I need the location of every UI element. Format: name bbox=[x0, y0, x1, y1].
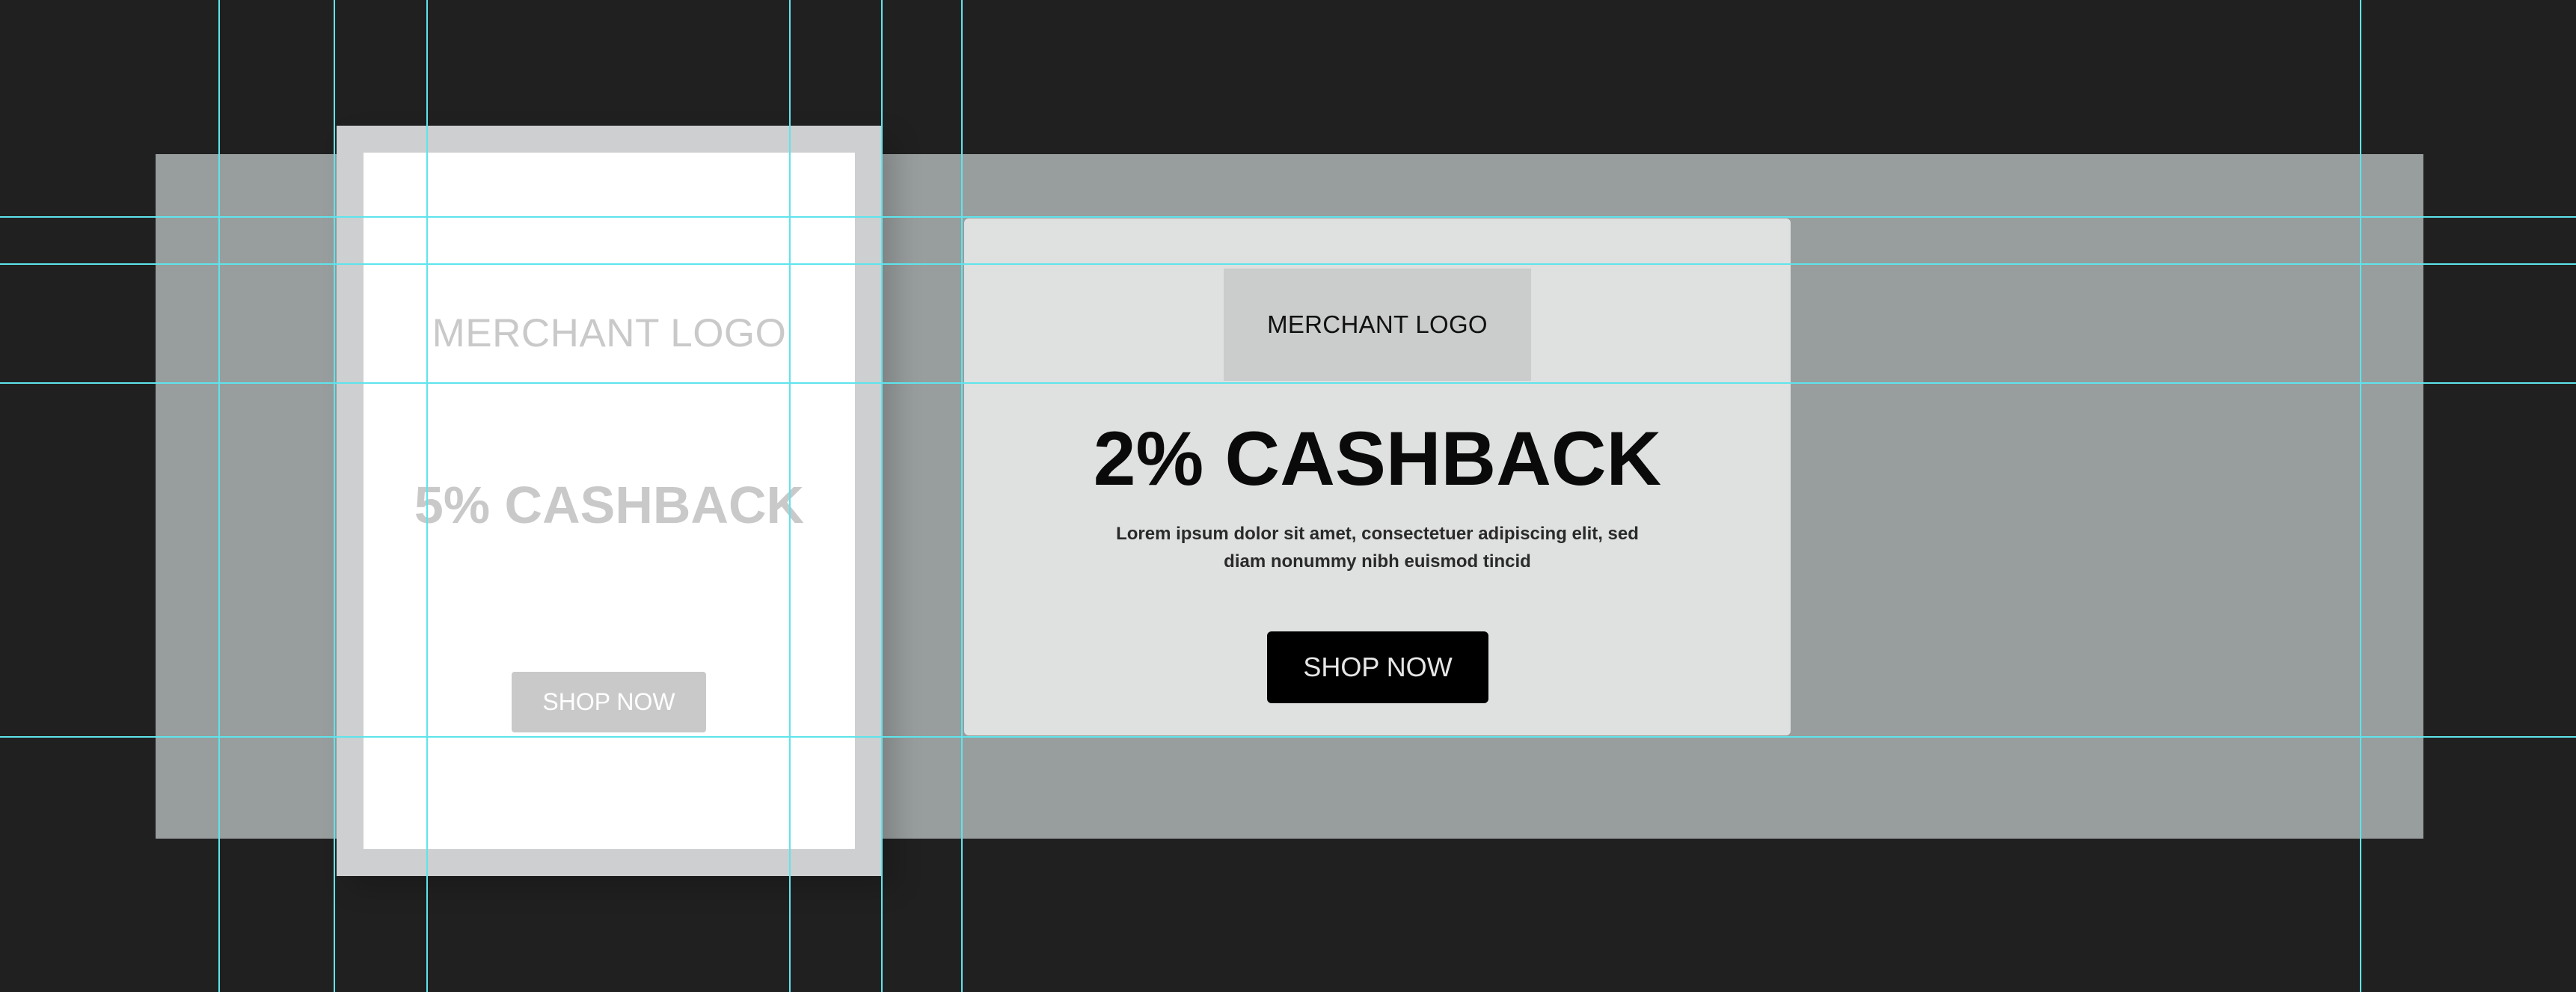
guide-vertical[interactable] bbox=[218, 0, 220, 992]
desktop-description: Lorem ipsum dolor sit amet, consectetuer… bbox=[1116, 524, 1639, 572]
desktop-cashback-headline: 2% CASHBACK bbox=[1093, 416, 1662, 501]
mobile-cashback-headline: 5% CASHBACK bbox=[414, 476, 805, 534]
guide-vertical[interactable] bbox=[2360, 0, 2361, 992]
mobile-merchant-logo: MERCHANT LOGO bbox=[432, 311, 787, 355]
guide-vertical[interactable] bbox=[961, 0, 963, 992]
guide-vertical[interactable] bbox=[789, 0, 791, 992]
desktop-merchant-logo-box: MERCHANT LOGO bbox=[1224, 269, 1531, 381]
mobile-banner-card: MERCHANT LOGO 5% CASHBACK SHOP NOW bbox=[364, 153, 855, 849]
desktop-merchant-logo: MERCHANT LOGO bbox=[1267, 310, 1488, 338]
guide-horizontal[interactable] bbox=[0, 736, 2576, 738]
guide-horizontal[interactable] bbox=[0, 216, 2576, 218]
guide-vertical[interactable] bbox=[334, 0, 335, 992]
guide-vertical[interactable] bbox=[426, 0, 428, 992]
mobile-banner-frame: MERCHANT LOGO 5% CASHBACK SHOP NOW bbox=[337, 126, 882, 876]
desktop-shop-now-button[interactable]: SHOP NOW bbox=[1267, 631, 1488, 703]
mobile-shop-now-button[interactable]: SHOP NOW bbox=[512, 672, 706, 732]
desktop-banner-card: MERCHANT LOGO 2% CASHBACK Lorem ipsum do… bbox=[964, 218, 1791, 735]
guide-horizontal[interactable] bbox=[0, 382, 2576, 384]
guide-vertical[interactable] bbox=[881, 0, 883, 992]
guide-horizontal[interactable] bbox=[0, 263, 2576, 265]
design-canvas: MERCHANT LOGO 5% CASHBACK SHOP NOW MERCH… bbox=[0, 0, 2576, 992]
